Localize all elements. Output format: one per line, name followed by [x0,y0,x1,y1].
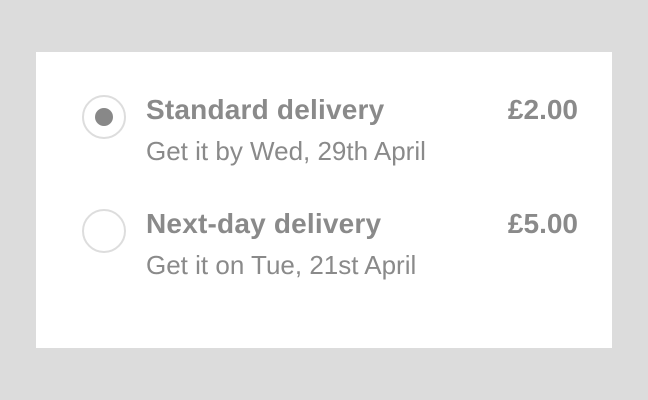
next-day-delivery-date: Get it on Tue, 21st April [146,250,417,280]
standard-delivery-date: Get it by Wed, 29th April [146,136,426,166]
standard-delivery-radio[interactable] [82,95,126,139]
delivery-option-next-day[interactable]: Next-day delivery £5.00 Get it on Tue, 2… [36,206,612,302]
delivery-options-card: Standard delivery £2.00 Get it by Wed, 2… [36,52,612,348]
standard-delivery-price: £2.00 [507,94,578,125]
radio-selected-dot [95,108,113,126]
next-day-delivery-price: £5.00 [507,208,578,239]
standard-delivery-title: Standard delivery [146,94,385,125]
delivery-option-standard[interactable]: Standard delivery £2.00 Get it by Wed, 2… [36,92,612,188]
next-day-delivery-radio[interactable] [82,209,126,253]
next-day-delivery-title: Next-day delivery [146,208,382,239]
